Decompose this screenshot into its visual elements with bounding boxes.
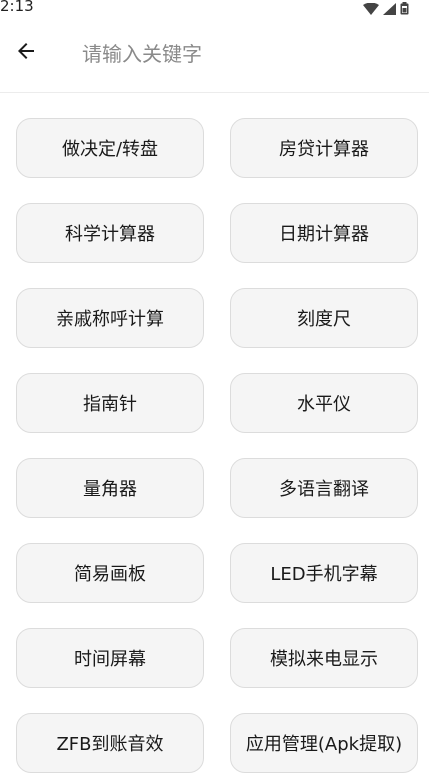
- tools-grid: 做决定/转盘 房贷计算器 科学计算器 日期计算器 亲戚称呼计算 刻度尺 指南针 …: [16, 118, 418, 773]
- status-icons: [363, 0, 409, 15]
- tool-button-mortgage-calculator[interactable]: 房贷计算器: [230, 118, 418, 178]
- app-bar: [0, 14, 429, 93]
- tool-button-scientific-calculator[interactable]: 科学计算器: [16, 203, 204, 263]
- search-input[interactable]: [82, 36, 402, 72]
- tool-button-payment-sound[interactable]: ZFB到账音效: [16, 713, 204, 773]
- tool-button-translator[interactable]: 多语言翻译: [230, 458, 418, 518]
- arrow-left-icon: [14, 39, 38, 67]
- back-button[interactable]: [8, 35, 44, 71]
- tool-button-drawing-board[interactable]: 简易画板: [16, 543, 204, 603]
- tool-button-ruler[interactable]: 刻度尺: [230, 288, 418, 348]
- tool-button-time-screen[interactable]: 时间屏幕: [16, 628, 204, 688]
- status-time: 2:13: [0, 0, 34, 15]
- tool-button-date-calculator[interactable]: 日期计算器: [230, 203, 418, 263]
- tool-button-relative-title-calculator[interactable]: 亲戚称呼计算: [16, 288, 204, 348]
- tool-button-led-subtitle[interactable]: LED手机字幕: [230, 543, 418, 603]
- tool-button-protractor[interactable]: 量角器: [16, 458, 204, 518]
- tool-button-compass[interactable]: 指南针: [16, 373, 204, 433]
- tool-button-decide-wheel[interactable]: 做决定/转盘: [16, 118, 204, 178]
- status-bar: 2:13: [0, 0, 429, 15]
- tool-button-app-manager[interactable]: 应用管理(Apk提取): [230, 713, 418, 773]
- tool-button-level[interactable]: 水平仪: [230, 373, 418, 433]
- tool-button-fake-call[interactable]: 模拟来电显示: [230, 628, 418, 688]
